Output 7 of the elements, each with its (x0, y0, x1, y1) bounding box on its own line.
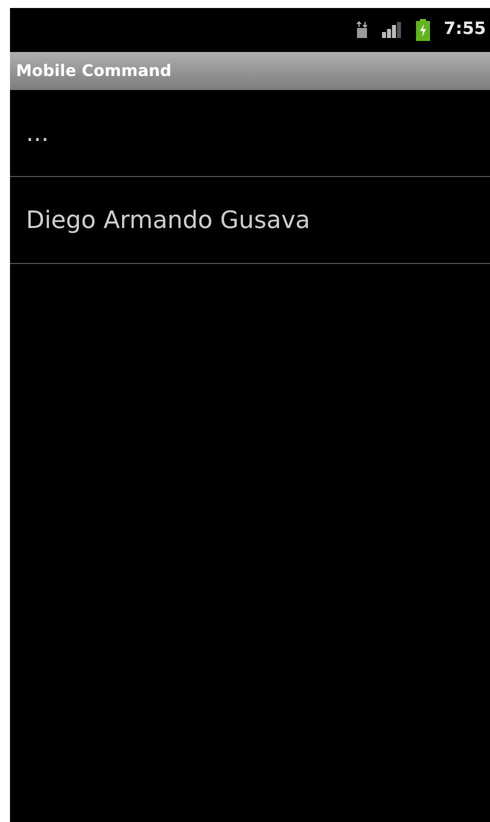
list-item[interactable]: ... (26, 115, 49, 151)
battery-charging-icon (416, 19, 430, 41)
clock-time: 7:55 (444, 18, 486, 42)
signal-icon (382, 22, 402, 38)
app-title: Mobile Command (16, 60, 172, 82)
list-item[interactable]: Diego Armando Gusava (26, 202, 310, 238)
data-transfer-icon (356, 21, 368, 39)
